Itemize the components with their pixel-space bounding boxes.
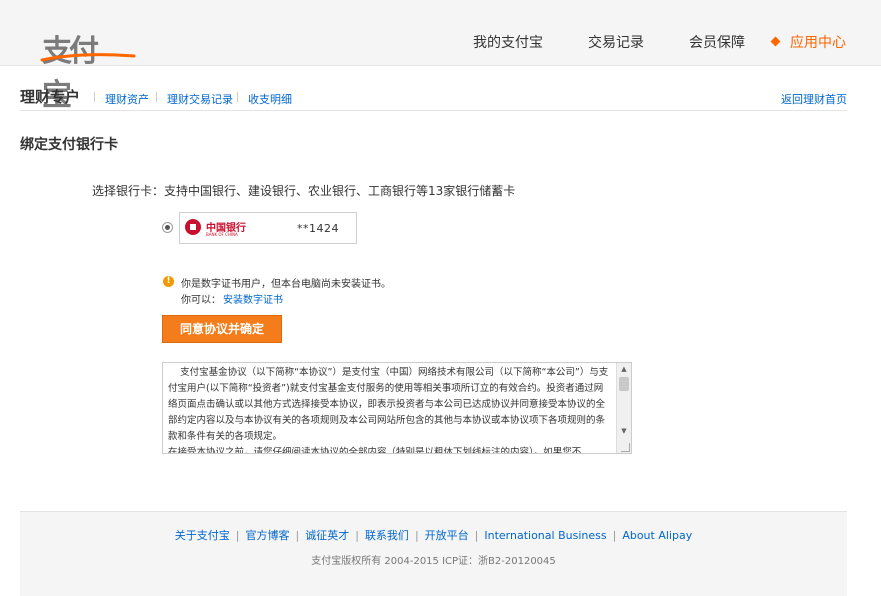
footer-link-open-platform[interactable]: 开放平台 xyxy=(425,529,469,542)
agree-confirm-button[interactable]: 同意协议并确定 xyxy=(162,315,282,343)
link-back-wealth-home[interactable]: 返回理财首页 xyxy=(781,91,847,107)
nav-member-protection[interactable]: 会员保障 xyxy=(689,32,745,52)
divider xyxy=(94,92,95,102)
link-income-expense[interactable]: 收支明细 xyxy=(248,91,292,107)
link-wealth-transactions[interactable]: 理财交易记录 xyxy=(167,91,233,107)
scroll-up-icon[interactable]: ▲ xyxy=(617,363,631,375)
divider: | xyxy=(612,529,617,542)
bank-name-en: BANK OF CHINA xyxy=(206,232,238,237)
copyright: 支付宝版权所有 2004-2015 ICP证：浙B2-20120045 xyxy=(311,556,556,567)
card-radio[interactable] xyxy=(162,222,173,233)
certificate-warning: 你是数字证书用户，但本台电脑尚未安装证书。 xyxy=(181,279,391,290)
divider: | xyxy=(414,529,419,542)
footer-link-contact[interactable]: 联系我们 xyxy=(365,529,409,542)
bank-card-option[interactable]: 中国银行 BANK OF CHINA **1424 xyxy=(179,212,357,244)
install-certificate-link[interactable]: 安装数字证书 xyxy=(223,291,283,306)
footer-link-careers[interactable]: 诚征英才 xyxy=(305,529,349,542)
nav-my-alipay[interactable]: 我的支付宝 xyxy=(473,32,543,52)
link-wealth-assets[interactable]: 理财资产 xyxy=(105,91,149,107)
sub-navigation: 理财专户 理财资产 理财交易记录 收支明细 返回理财首页 xyxy=(20,80,847,111)
you-can-label: 你可以： xyxy=(181,295,221,306)
resize-grip-icon[interactable] xyxy=(621,443,630,452)
divider: | xyxy=(295,529,300,542)
divider: | xyxy=(355,529,359,542)
page-footer: 关于支付宝 | 官方博客 | 诚征英才 | 联系我们 | 开放平台 | International … xyxy=(20,511,847,596)
agreement-text: 支付宝基金协议（以下简称“本协议”）是支付宝（中国）网络技术有限公司（以下简称“… xyxy=(168,367,609,454)
warning-icon: ! xyxy=(163,276,174,287)
agreement-scrollbar[interactable]: ▲ ▼ xyxy=(616,363,631,453)
nav-transaction-records[interactable]: 交易记录 xyxy=(588,32,644,52)
nav-app-center[interactable]: 应用中心 xyxy=(790,32,846,52)
footer-link-blog[interactable]: 官方博客 xyxy=(246,529,290,542)
logo-swoosh-icon xyxy=(40,53,136,62)
card-number: **1424 xyxy=(297,222,339,235)
alipay-logo[interactable]: 支付宝 xyxy=(20,14,136,113)
footer-link-about-alipay[interactable]: About Alipay xyxy=(622,529,692,542)
subnav-title: 理财专户 xyxy=(20,88,81,106)
divider: | xyxy=(474,529,479,542)
footer-link-international[interactable]: International Business xyxy=(484,529,606,542)
divider xyxy=(156,92,157,102)
select-card-label: 选择银行卡：支持中国银行、建设银行、农业银行、工商银行等13家银行储蓄卡 xyxy=(92,184,516,198)
page-title: 绑定支付银行卡 xyxy=(20,137,118,153)
footer-link-about[interactable]: 关于支付宝 xyxy=(175,529,230,542)
footer-links: 关于支付宝 | 官方博客 | 诚征英才 | 联系我们 | 开放平台 | International … xyxy=(20,527,847,543)
bank-of-china-icon xyxy=(185,219,201,235)
active-diamond-icon xyxy=(770,36,781,47)
agreement-textarea[interactable]: 支付宝基金协议（以下简称“本协议”）是支付宝（中国）网络技术有限公司（以下简称“… xyxy=(162,362,632,454)
scroll-down-icon[interactable]: ▼ xyxy=(617,425,631,437)
divider: | xyxy=(235,529,240,542)
top-header: 支付宝 我的支付宝 交易记录 会员保障 应用中心 xyxy=(0,0,881,113)
scroll-thumb[interactable] xyxy=(619,377,629,391)
divider xyxy=(237,92,238,102)
